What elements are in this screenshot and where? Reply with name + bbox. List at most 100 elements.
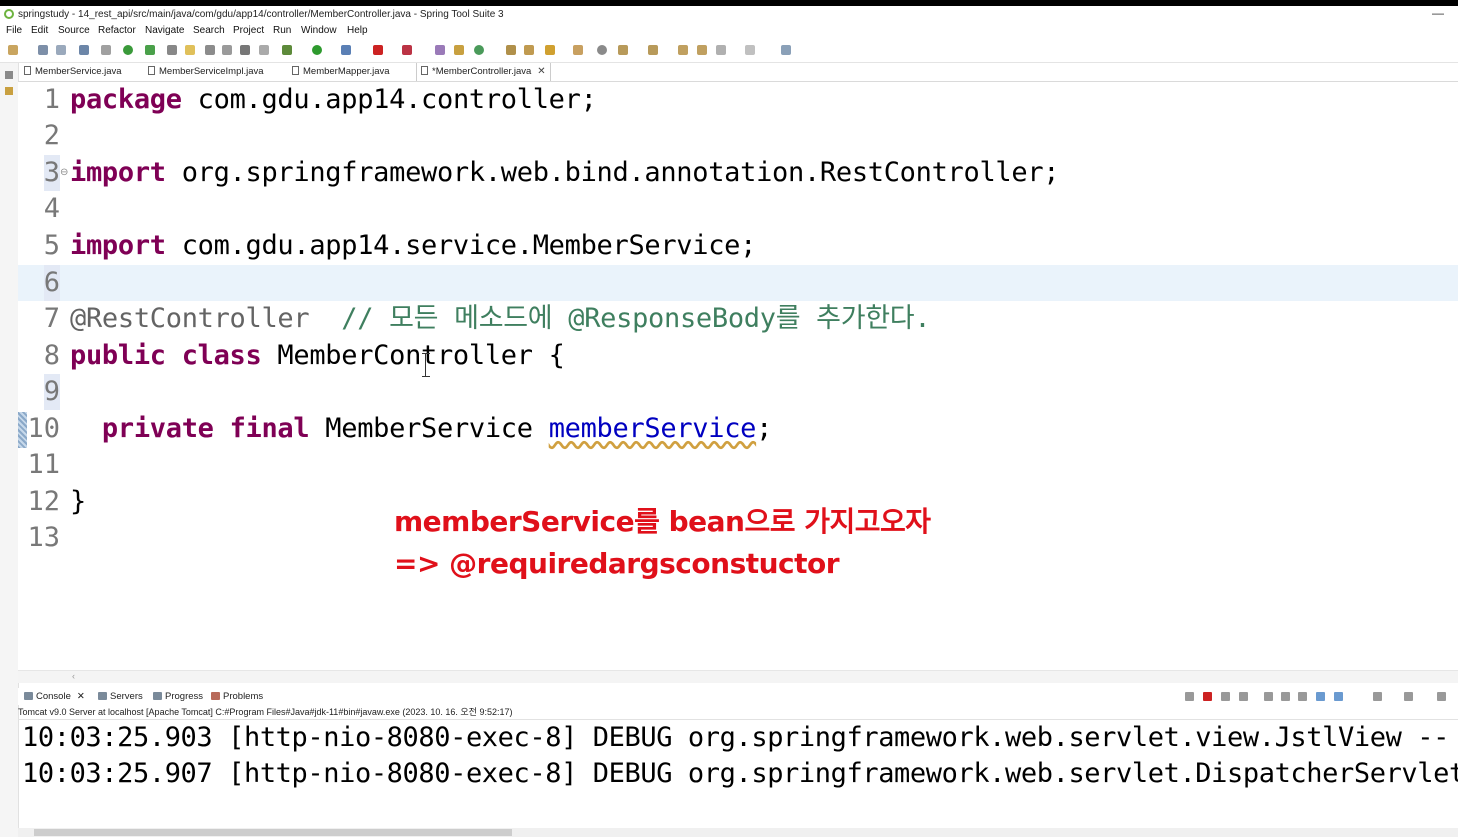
code-line: 9	[18, 374, 1458, 410]
fold-toggle-icon[interactable]: ⊖	[60, 167, 68, 178]
new-icon[interactable]	[8, 45, 18, 55]
title-bar: springstudy - 14_rest_api/src/main/java/…	[0, 6, 1458, 23]
console-description: Tomcat v9.0 Server at localhost [Apache …	[18, 706, 1458, 720]
menu-search[interactable]: Search	[193, 23, 225, 39]
comment: // 모든 메소드에 @ResponseBody를 추가한다.	[309, 303, 931, 334]
current-code-line: 6	[18, 265, 1458, 301]
globe-icon[interactable]	[597, 45, 607, 55]
debug-icon[interactable]	[282, 45, 292, 55]
forward-icon[interactable]	[745, 45, 755, 55]
code-line: 8 public class MemberController {	[18, 338, 1458, 374]
code-line: 3 ⊖ import org.springframework.web.bind.…	[18, 155, 1458, 191]
remove-launch-icon[interactable]	[1185, 692, 1194, 701]
word-wrap-icon[interactable]	[222, 45, 232, 55]
tab-member-service[interactable]: MemberService.java	[24, 63, 122, 81]
new-class-icon[interactable]	[474, 45, 484, 55]
line-number: 4	[43, 193, 60, 224]
open-type-icon[interactable]	[167, 45, 177, 55]
close-icon[interactable]: ✕	[537, 66, 545, 77]
open-resource-icon[interactable]	[524, 45, 534, 55]
tab-progress[interactable]: Progress	[153, 688, 203, 705]
servers-icon[interactable]	[435, 45, 445, 55]
tab-console[interactable]: Console ✕	[24, 688, 85, 705]
block-select-icon[interactable]	[205, 45, 215, 55]
text-cursor-icon	[422, 353, 430, 377]
menu-project[interactable]: Project	[233, 23, 264, 39]
code-text: public class MemberController {	[70, 338, 565, 374]
maximize-view-icon[interactable]	[1437, 692, 1446, 701]
editor-horizontal-scrollbar[interactable]: ‹	[18, 670, 1458, 683]
clear-console-icon[interactable]	[1239, 692, 1248, 701]
display-console-icon[interactable]	[1334, 692, 1343, 701]
tab-member-mapper[interactable]: MemberMapper.java	[292, 63, 390, 81]
pin-editor-icon[interactable]	[781, 45, 791, 55]
close-icon[interactable]: ✕	[77, 691, 85, 702]
run-icon[interactable]	[312, 45, 322, 55]
tab-label: MemberService.java	[35, 66, 122, 77]
menu-window[interactable]: Window	[301, 23, 337, 39]
code-line: 4	[18, 191, 1458, 227]
highlight-icon[interactable]	[185, 45, 195, 55]
open-console-icon[interactable]	[1373, 692, 1382, 701]
show-console-icon[interactable]	[1298, 692, 1307, 701]
tab-problems[interactable]: Problems	[211, 688, 263, 705]
menu-source[interactable]: Source	[58, 23, 90, 39]
word-wrap-icon[interactable]	[1281, 692, 1290, 701]
tab-member-controller[interactable]: *MemberController.java ✕	[416, 63, 551, 81]
whitespace-icon[interactable]	[240, 45, 250, 55]
relaunch-icon[interactable]	[402, 45, 412, 55]
menu-help[interactable]: Help	[347, 23, 368, 39]
menu-run[interactable]: Run	[273, 23, 291, 39]
pin-console-icon[interactable]	[1316, 692, 1325, 701]
minimize-button[interactable]: —	[1432, 5, 1444, 22]
code-line: 7 @RestController // 모든 메소드에 @ResponseBo…	[18, 301, 1458, 337]
code-rest: com.gdu.app14.service.MemberService;	[165, 230, 757, 261]
tab-label: MemberMapper.java	[303, 66, 390, 77]
skip-breakpoints-icon[interactable]	[101, 45, 111, 55]
warning-marker-icon[interactable]	[18, 412, 27, 448]
new-package-icon[interactable]	[454, 45, 464, 55]
restore-icon[interactable]	[5, 71, 13, 79]
code-text: package com.gdu.app14.controller;	[70, 82, 597, 118]
code-line: 10 private final MemberService memberSer…	[18, 411, 1458, 447]
previous-annotation-icon[interactable]	[648, 45, 658, 55]
main-toolbar	[0, 40, 1458, 63]
print-icon[interactable]	[79, 45, 89, 55]
console-output[interactable]: 10:03:25.903 [http-nio-8080-exec-8] DEBU…	[18, 720, 1458, 830]
editor-tab-bar: MemberService.java MemberServiceImpl.jav…	[18, 63, 1458, 82]
save-icon[interactable]	[38, 45, 48, 55]
scroll-left-icon[interactable]: ‹	[72, 671, 75, 681]
line-number: 1	[43, 84, 60, 115]
back-icon[interactable]	[716, 45, 726, 55]
keyword: import	[70, 230, 166, 261]
tab-member-service-impl[interactable]: MemberServiceImpl.java	[148, 63, 264, 81]
stop-icon[interactable]	[373, 45, 383, 55]
save-all-icon[interactable]	[56, 45, 66, 55]
scroll-lock-icon[interactable]	[1264, 692, 1273, 701]
code-rest: com.gdu.app14.controller;	[181, 84, 597, 115]
open-folder-icon[interactable]	[506, 45, 516, 55]
toggle-mark-icon[interactable]	[259, 45, 269, 55]
menu-edit[interactable]: Edit	[31, 23, 48, 39]
last-edit-icon[interactable]	[678, 45, 688, 55]
console-horizontal-scrollbar[interactable]	[18, 828, 1458, 837]
next-annotation-icon[interactable]	[618, 45, 628, 55]
scrollbar-thumb[interactable]	[34, 829, 512, 836]
terminate-icon[interactable]	[1203, 692, 1212, 701]
search-tool-icon[interactable]	[545, 45, 555, 55]
menu-file[interactable]: File	[6, 23, 22, 39]
task-icon[interactable]	[573, 45, 583, 55]
menu-refactor[interactable]: Refactor	[98, 23, 136, 39]
tab-servers[interactable]: Servers	[98, 688, 143, 705]
spring-boot-icon[interactable]	[123, 45, 133, 55]
tab-label: Servers	[110, 691, 143, 702]
menu-navigate[interactable]: Navigate	[145, 23, 184, 39]
minimize-view-icon[interactable]	[1404, 692, 1413, 701]
remove-all-icon[interactable]	[1221, 692, 1230, 701]
type-name: MemberService	[309, 413, 549, 444]
package-explorer-icon[interactable]	[5, 87, 13, 95]
refresh-icon[interactable]	[145, 45, 155, 55]
back-edit-icon[interactable]	[697, 45, 707, 55]
external-tools-icon[interactable]	[341, 45, 351, 55]
code-editor[interactable]: 1 package com.gdu.app14.controller; 2 3 …	[18, 82, 1458, 670]
